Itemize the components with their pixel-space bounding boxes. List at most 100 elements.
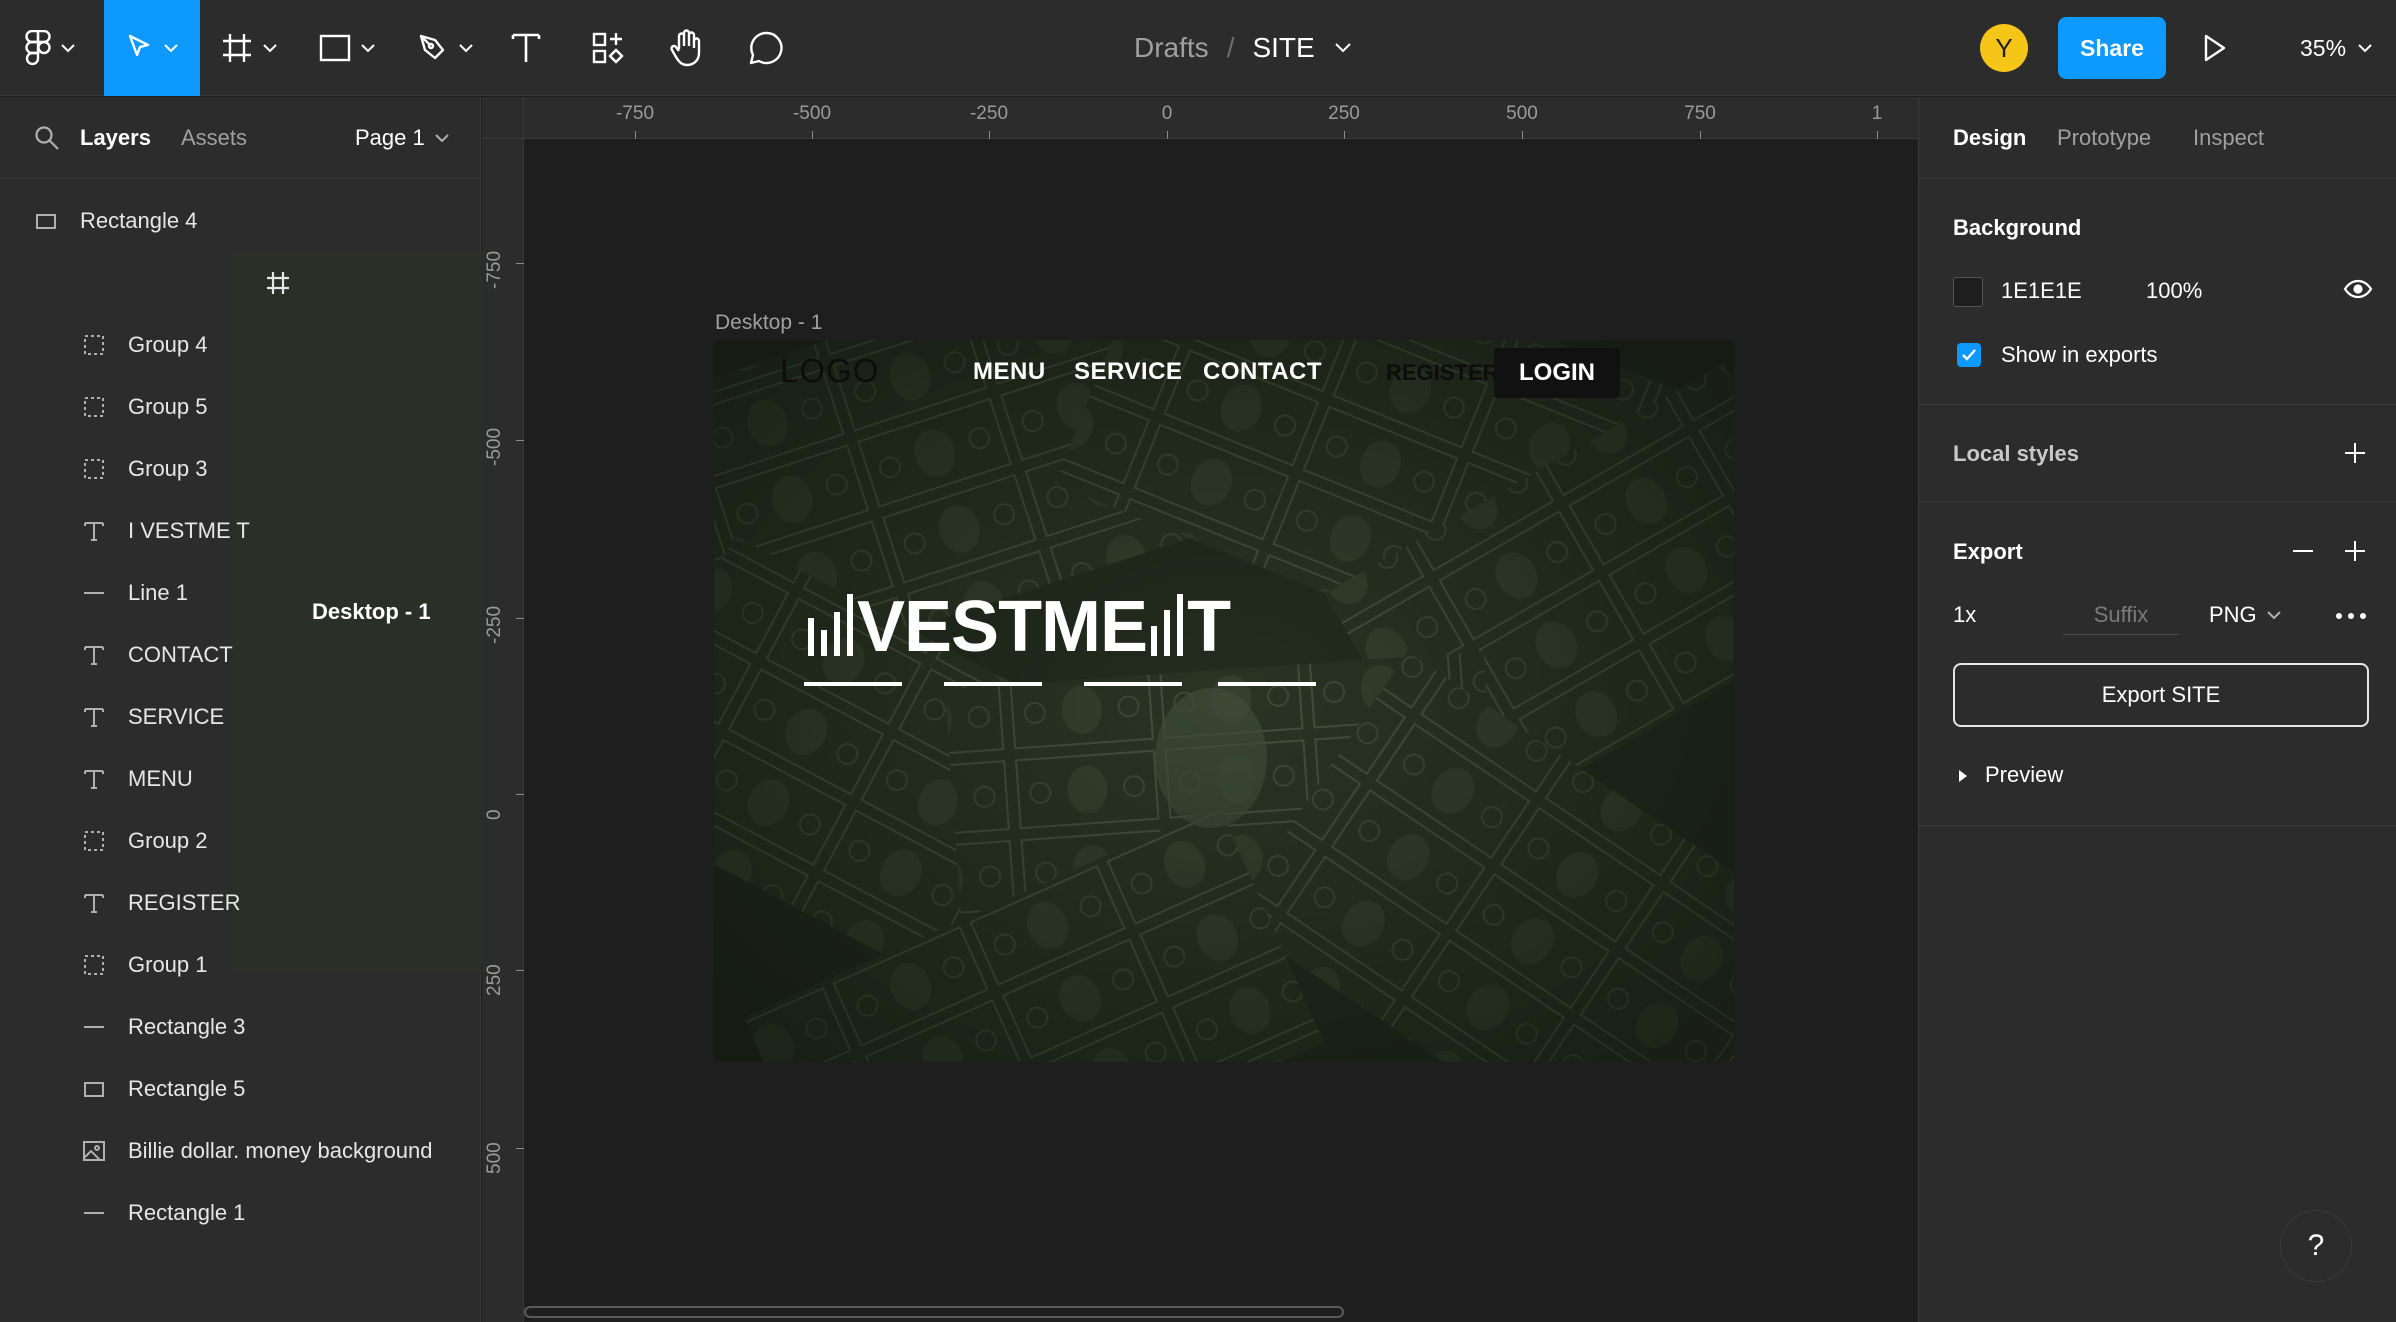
background-opacity-input[interactable]: 100%: [2146, 278, 2202, 304]
user-avatar[interactable]: Y: [1980, 24, 2028, 72]
comment-tool-button[interactable]: [740, 0, 792, 96]
site-nav-contact[interactable]: CONTACT: [1203, 358, 1322, 386]
layer-row[interactable]: Rectangle 5: [0, 1057, 481, 1121]
hero-bars-left: [808, 594, 853, 656]
site-register[interactable]: REGISTER: [1386, 360, 1498, 386]
hero-underline-2[interactable]: [944, 682, 1042, 686]
group-icon: [82, 953, 106, 977]
layer-name: MENU: [128, 766, 193, 791]
layer-row[interactable]: Line 1: [0, 561, 481, 625]
ruler-corner: [482, 97, 524, 139]
site-logo[interactable]: LOGO: [780, 352, 879, 390]
preview-toggle[interactable]: Preview: [1985, 762, 2063, 788]
file-name[interactable]: SITE: [1252, 32, 1314, 64]
hero-underline-4[interactable]: [1218, 682, 1316, 686]
layer-name: CONTACT: [128, 642, 233, 667]
canvas[interactable]: -750 -500 -250 0 250 500 750 1 -750 -500 -250 0 250…: [482, 97, 1918, 1322]
hero-text-end: T: [1187, 587, 1231, 667]
show-in-exports-label: Show in exports: [2001, 342, 2158, 367]
layer-row[interactable]: SERVICE: [0, 685, 481, 749]
text-tool-button[interactable]: [500, 0, 552, 96]
layer-name: Rectangle 3: [128, 1014, 246, 1039]
export-button[interactable]: Export SITE: [1953, 663, 2369, 727]
layer-row[interactable]: Group 3: [0, 437, 481, 501]
show-in-exports-checkbox[interactable]: [1957, 343, 1981, 367]
layer-row[interactable]: Rectangle 1: [0, 1181, 481, 1245]
hero-underline-1[interactable]: [804, 682, 902, 686]
layer-row[interactable]: Group 1: [0, 933, 481, 997]
eye-icon[interactable]: [2343, 279, 2373, 299]
design-panel: Design Prototype Inspect Background 1E1E…: [1918, 97, 2396, 1322]
export-suffix-input[interactable]: Suffix: [2063, 595, 2179, 635]
layer-row[interactable]: CONTACT: [0, 623, 481, 687]
ruler-tick-mark: [516, 440, 524, 441]
layer-name: Billie dollar. money background: [128, 1138, 433, 1163]
help-button[interactable]: ?: [2280, 1210, 2352, 1282]
zoom-level: 35%: [2300, 34, 2347, 61]
page-selector[interactable]: Page 1: [355, 97, 449, 179]
ruler-tick-mark: [635, 131, 636, 139]
layer-row[interactable]: Group 5: [0, 375, 481, 439]
chevron-down-icon: [61, 43, 75, 52]
background-color-swatch[interactable]: [1953, 277, 1983, 307]
site-nav-service[interactable]: SERVICE: [1074, 358, 1182, 386]
layer-row[interactable]: Group 2: [0, 809, 481, 873]
chevron-down-icon[interactable]: [1334, 43, 1351, 53]
figma-menu-icon: [25, 30, 51, 66]
group-icon: [82, 333, 106, 357]
caret-right-icon[interactable]: [1957, 769, 1969, 783]
background-hex-input[interactable]: 1E1E1E: [2001, 278, 2082, 304]
text-tool-icon: [511, 33, 541, 62]
layer-row[interactable]: Rectangle 3: [0, 995, 481, 1059]
add-local-style-icon[interactable]: [2343, 441, 2367, 465]
hero-title[interactable]: VESTME T: [804, 586, 1231, 668]
share-button[interactable]: Share: [2058, 17, 2166, 79]
pen-tool-button[interactable]: [404, 0, 486, 96]
remove-export-icon[interactable]: [2291, 539, 2315, 563]
zoom-dropdown[interactable]: 35%: [2300, 0, 2372, 96]
frame-label[interactable]: Desktop - 1: [715, 311, 822, 335]
layer-row[interactable]: Group 4: [0, 313, 481, 377]
search-icon[interactable]: [34, 125, 60, 151]
chevron-down-icon: [2266, 610, 2281, 619]
layer-row[interactable]: MENU: [0, 747, 481, 811]
layer-name: Rectangle 5: [128, 1076, 246, 1101]
resources-tool-button[interactable]: [582, 0, 634, 96]
shape-tool-button[interactable]: [306, 0, 388, 96]
site-login-button[interactable]: LOGIN: [1494, 348, 1620, 398]
layer-name: Rectangle 1: [128, 1200, 246, 1225]
add-export-icon[interactable]: [2343, 539, 2367, 563]
export-scale-select[interactable]: 1x: [1953, 602, 1976, 628]
layer-row[interactable]: Billie dollar. money background: [0, 1119, 481, 1183]
ruler-tick-label: -500: [484, 427, 505, 466]
hero-underline-3[interactable]: [1084, 682, 1182, 686]
file-breadcrumb[interactable]: Drafts / SITE: [1134, 0, 1351, 96]
more-options-icon[interactable]: [2335, 612, 2367, 620]
figma-menu-button[interactable]: [0, 0, 100, 96]
hand-tool-button[interactable]: [660, 0, 712, 96]
ruler-tick-label: -750: [484, 250, 505, 289]
tab-layers[interactable]: Layers: [80, 97, 151, 179]
layer-name: Group 1: [128, 952, 208, 977]
site-nav-menu[interactable]: MENU: [973, 358, 1046, 386]
horizontal-scrollbar[interactable]: [524, 1306, 1344, 1318]
layer-row[interactable]: REGISTER: [0, 871, 481, 935]
text-layer-icon: [82, 519, 106, 543]
text-layer-icon: [82, 705, 106, 729]
desktop-frame[interactable]: LOGO MENU SERVICE CONTACT REGISTER LOGIN…: [714, 340, 1734, 1062]
pen-tool-icon: [419, 34, 445, 60]
move-tool-button[interactable]: [104, 0, 200, 96]
tab-prototype[interactable]: Prototype: [2057, 97, 2151, 179]
tab-design[interactable]: Design: [1953, 97, 2026, 179]
tab-assets[interactable]: Assets: [181, 97, 247, 179]
frame-tool-button[interactable]: [208, 0, 290, 96]
present-button[interactable]: [2200, 28, 2230, 73]
breadcrumb-drafts[interactable]: Drafts: [1134, 32, 1209, 64]
money-background-image[interactable]: [714, 340, 1734, 1062]
tab-inspect[interactable]: Inspect: [2193, 97, 2264, 179]
layer-row[interactable]: Rectangle 4: [0, 189, 481, 253]
layer-row[interactable]: I VESTME T: [0, 499, 481, 563]
comment-icon: [749, 31, 783, 65]
export-format-select[interactable]: PNG: [2209, 602, 2281, 628]
local-styles-title: Local styles: [1953, 441, 2079, 466]
